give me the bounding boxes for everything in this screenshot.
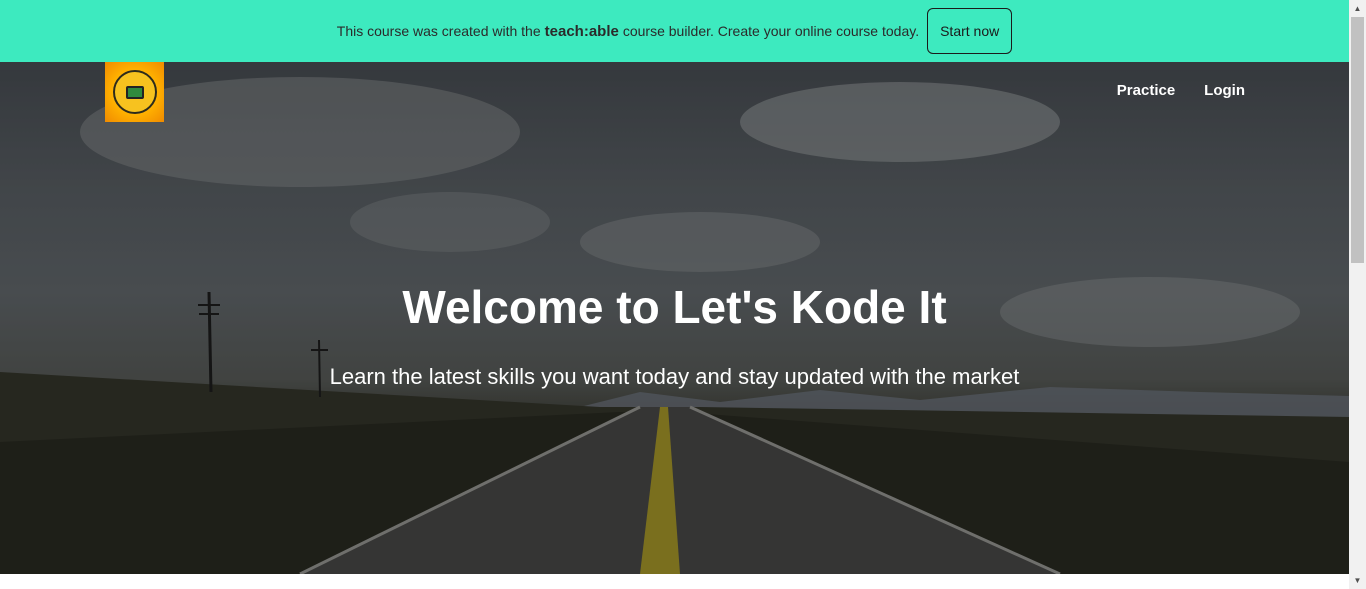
start-now-button[interactable]: Start now bbox=[927, 8, 1013, 54]
nav-login-link[interactable]: Login bbox=[1204, 82, 1245, 99]
scroll-up-arrow-icon[interactable]: ▲ bbox=[1349, 0, 1366, 17]
hero-title: Welcome to Let's Kode It bbox=[402, 281, 947, 333]
teachable-brand-logo: teach:able bbox=[544, 22, 619, 40]
logo-badge-icon bbox=[112, 70, 157, 114]
nav-practice-link[interactable]: Practice bbox=[1117, 82, 1175, 99]
teachable-promo-banner: This course was created with the teach:a… bbox=[0, 0, 1349, 62]
banner-text-before: This course was created with the bbox=[336, 23, 541, 39]
main-nav: Practice Login bbox=[1117, 82, 1245, 99]
laptop-icon bbox=[125, 85, 144, 99]
page-scrollbar[interactable]: ▲ ▼ bbox=[1349, 0, 1366, 589]
scroll-down-arrow-icon[interactable]: ▼ bbox=[1349, 572, 1366, 589]
scrollbar-thumb[interactable] bbox=[1351, 17, 1364, 263]
lets-kode-it-logo[interactable] bbox=[105, 62, 164, 122]
hero-subtitle: Learn the latest skills you want today a… bbox=[329, 364, 1020, 389]
banner-text-after: course builder. Create your online cours… bbox=[622, 23, 920, 39]
